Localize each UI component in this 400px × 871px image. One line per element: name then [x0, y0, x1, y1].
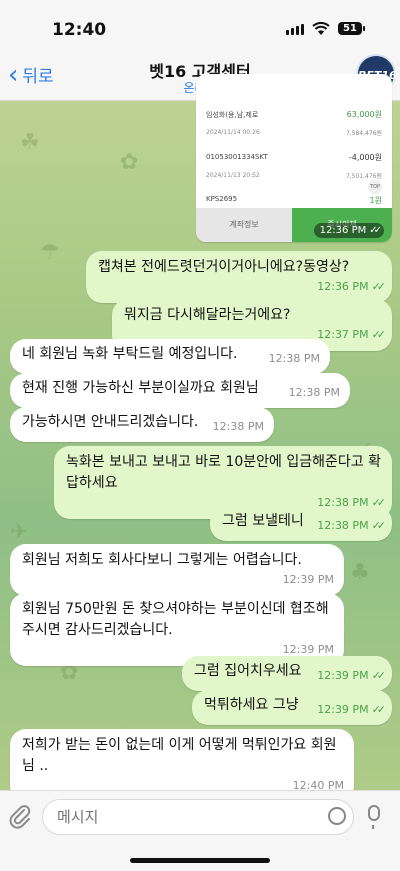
message-text: 회원님 750만원 돈 찾으셔야하는 부분이신데 협조해주시면 감사드리겠습니다…	[22, 601, 329, 638]
message-meta: 12:36 PM ✓✓	[98, 276, 387, 297]
status-bar: 12:40 51	[0, 0, 400, 50]
message-bubble-outgoing[interactable]: 12:39 PM ✓✓ 먹튀하세요 그냥	[192, 690, 392, 725]
image-row-label: 2024/11/13 20:52	[206, 172, 260, 179]
timestamp: 12:38 PM	[268, 352, 320, 365]
timestamp: 12:38 PM	[212, 420, 264, 433]
home-indicator	[130, 858, 270, 863]
timestamp: 12:37 PM	[317, 328, 369, 341]
message-input[interactable]	[42, 799, 354, 835]
read-check-icon: ✓✓	[371, 703, 387, 716]
image-row-label: KPS2695	[206, 195, 238, 203]
doodle-icon: ✿	[120, 150, 139, 175]
doodle-icon: ☘	[20, 130, 40, 155]
image-row-label: 2024/11/14 00:26	[206, 129, 260, 136]
message-bubble-incoming[interactable]: 12:38 PM 현재 진행 가능하신 부분이실까요 회원님	[10, 373, 350, 408]
image-row-amount: 1원	[369, 196, 382, 205]
message-text: 녹화본 보내고 보내고 바로 10분안에 입금해준다고 확답하세요	[66, 454, 381, 491]
signal-icon	[286, 24, 304, 35]
image-row-label: 01053001334SKT	[206, 153, 268, 161]
timestamp: 12:38 PM	[288, 386, 340, 399]
read-check-icon: ✓✓	[371, 519, 387, 532]
image-row-amount: 7,584,476원	[345, 130, 382, 137]
microphone-icon[interactable]	[368, 805, 380, 829]
sticker-icon[interactable]	[328, 807, 346, 825]
message-meta: 12:39 PM	[22, 569, 334, 590]
image-row-amount: 63,000원	[346, 110, 382, 119]
timestamp: 12:39 PM	[282, 573, 334, 586]
message-text: 그럼 보낼테니	[222, 513, 304, 529]
message-text: 네 회원님 녹화 부탁드릴 예정입니다.	[22, 346, 238, 362]
timestamp: 12:39 PM	[317, 703, 369, 716]
read-check-icon: ✓✓	[371, 669, 387, 682]
message-text: 캡쳐본 전에드렷던거이거아니에요?동영상?	[98, 259, 350, 275]
message-bubble-outgoing[interactable]: 캡쳐본 전에드렷던거이거아니에요?동영상? 12:36 PM ✓✓	[86, 251, 392, 303]
image-row-amount: 7,501,476원	[345, 173, 382, 180]
read-check-icon: ✓✓	[371, 280, 387, 293]
battery-icon: 51	[338, 22, 365, 35]
doodle-icon: ☂	[40, 240, 60, 265]
image-row-amount: -4,000원	[348, 153, 382, 162]
message-bubble-outgoing[interactable]: 12:38 PM ✓✓ 그럼 보낼테니	[210, 506, 392, 541]
message-text: 뭐지금 다시해달라는거에요?	[124, 307, 291, 323]
read-check-icon: ✓✓	[369, 225, 382, 236]
image-row-label: 임성화(용,남,제로	[206, 111, 259, 119]
message-meta: 12:39 PM ✓✓	[317, 665, 387, 686]
doodle-icon: ✈	[10, 520, 29, 545]
wifi-icon	[312, 22, 330, 35]
message-bubble-incoming[interactable]: 12:38 PM 네 회원님 녹화 부탁드릴 예정입니다.	[10, 339, 330, 374]
timestamp: 12:36 PM	[317, 280, 369, 293]
image-message[interactable]: 임성화(용,남,제로 63,000원 2024/11/14 00:26 7,58…	[196, 74, 392, 242]
timestamp: 12:36 PM	[319, 225, 367, 236]
message-meta: 12:39 PM ✓✓	[317, 699, 387, 720]
image-account-info-button: 계좌정보	[196, 208, 292, 242]
scroll-top-icon: TOP	[368, 180, 382, 194]
timestamp: 12:39 PM	[282, 643, 334, 656]
message-bubble-outgoing[interactable]: 12:39 PM ✓✓ 그럼 집어치우세요	[182, 656, 392, 691]
message-bubble-incoming[interactable]: 12:38 PM 가능하시면 안내드리겠습니다.	[10, 407, 274, 442]
status-time: 12:40	[52, 20, 107, 40]
message-text: 현재 진행 가능하신 부분이실까요 회원님	[22, 380, 259, 396]
timestamp: 12:39 PM	[317, 669, 369, 682]
doodle-icon: ♣	[350, 560, 370, 585]
message-meta: 12:38 PM ✓✓	[317, 515, 387, 536]
message-text: 가능하시면 안내드리겠습니다.	[22, 414, 199, 430]
message-text: 저희가 받는 돈이 없는데 이게 어떻게 먹튀인가요 회원님 ..	[22, 737, 337, 774]
read-check-icon: ✓✓	[371, 328, 387, 341]
message-bubble-incoming[interactable]: 회원님 저희도 회사다보니 그렇게는 어렵습니다. 12:39 PM	[10, 544, 344, 596]
timestamp: 12:38 PM	[317, 519, 369, 532]
image-timestamp: 12:36 PM ✓✓	[313, 223, 384, 238]
attach-icon[interactable]	[8, 803, 32, 829]
message-text: 먹튀하세요 그냥	[204, 697, 299, 713]
message-text: 그럼 집어치우세요	[194, 663, 302, 679]
message-text: 회원님 저희도 회사다보니 그렇게는 어렵습니다.	[22, 552, 302, 568]
